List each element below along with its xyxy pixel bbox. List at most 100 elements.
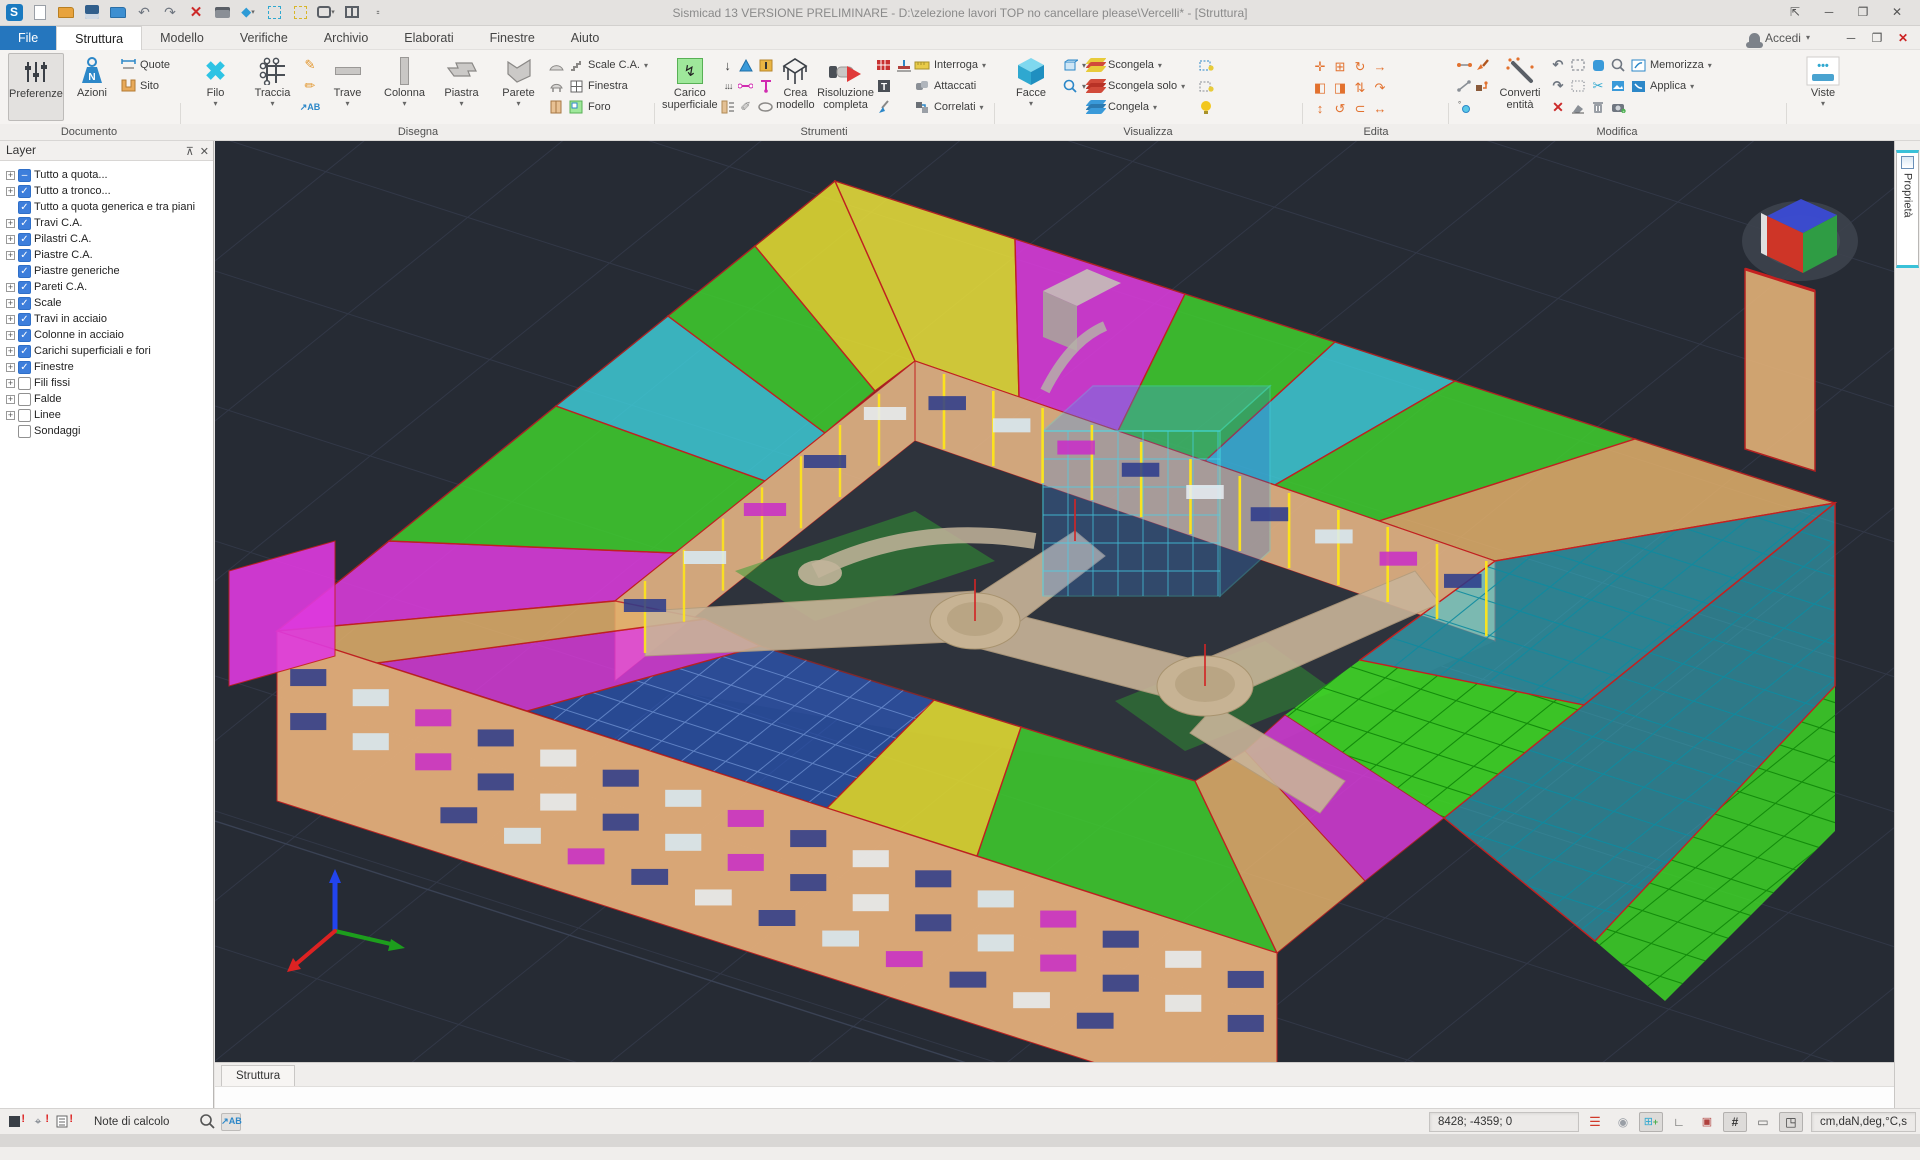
tab-struttura[interactable]: Struttura	[56, 26, 142, 50]
layer-item[interactable]: +✓Tutto a tronco...	[4, 183, 213, 199]
layer-item[interactable]: +✓Pareti C.A.	[4, 279, 213, 295]
tab-file[interactable]: File	[0, 26, 56, 50]
snap-diamond-icon[interactable]: ◆▾	[238, 2, 258, 22]
new-file-icon[interactable]	[30, 2, 50, 22]
traccia-button[interactable]: Traccia	[245, 53, 300, 121]
ortho-toggle[interactable]: ∟	[1667, 1112, 1691, 1132]
quick-access-more-icon[interactable]: ⹀	[368, 2, 388, 22]
expand-toggle[interactable]: +	[6, 363, 15, 372]
layer-checkbox[interactable]: ✓	[18, 265, 31, 278]
attaccati-button[interactable]: Attaccati	[914, 77, 986, 95]
expand-toggle[interactable]: +	[6, 347, 15, 356]
zoom-button[interactable]: ▾	[1062, 77, 1086, 95]
apply-view-icon[interactable]	[1630, 78, 1646, 94]
layer-checkbox[interactable]: ✓	[18, 281, 31, 294]
annotate-ab-button[interactable]: ↗AB	[302, 98, 318, 116]
tab-elaborati[interactable]: Elaborati	[386, 26, 471, 50]
measure-line-button[interactable]	[1456, 77, 1472, 95]
layer-checkbox[interactable]: –	[18, 169, 31, 182]
account-menu[interactable]: Accedi ▾	[1749, 26, 1810, 50]
camera-add-icon[interactable]: +	[1610, 99, 1626, 115]
copy-props-button[interactable]	[1474, 77, 1490, 95]
pencil-button[interactable]: ✎	[302, 56, 318, 74]
layer-checkbox[interactable]	[18, 377, 31, 390]
close-button[interactable]: ✕	[1880, 0, 1914, 24]
congela-button[interactable]: Congela▾	[1088, 98, 1196, 116]
selection-dots-icon[interactable]	[1570, 78, 1586, 94]
memorizza-button[interactable]: Memorizza	[1650, 59, 1704, 71]
angle-button[interactable]: °	[1456, 98, 1472, 116]
help-up-icon[interactable]: ⇱	[1778, 0, 1812, 24]
command-area[interactable]	[215, 1086, 1894, 1108]
expand-toggle[interactable]: +	[6, 187, 15, 196]
move-icon[interactable]: ✛	[1310, 56, 1330, 77]
layer-item[interactable]: +✓Carichi superficiali e fori	[4, 343, 213, 359]
paintbrush-button[interactable]	[1474, 56, 1490, 74]
facce-button[interactable]: Facce	[1002, 53, 1060, 121]
layer-checkbox[interactable]: ✓	[18, 185, 31, 198]
selection-add-toggle[interactable]: ⊞+	[1639, 1112, 1663, 1132]
colonna-button[interactable]: Colonna	[377, 53, 432, 121]
layer-item[interactable]: Sondaggi	[4, 423, 213, 439]
mdi-minimize-button[interactable]: ─	[1838, 28, 1864, 48]
mdi-close-button[interactable]: ✕	[1890, 28, 1916, 48]
tab-modello[interactable]: Modello	[142, 26, 222, 50]
layer-item[interactable]: +✓Travi C.A.	[4, 215, 213, 231]
correlati-button[interactable]: Correlati▾	[914, 98, 986, 116]
note-di-calcolo-label[interactable]: Note di calcolo	[94, 1116, 169, 1128]
expand-toggle[interactable]: +	[6, 411, 15, 420]
image-icon[interactable]	[1610, 78, 1626, 94]
link-button[interactable]	[738, 77, 774, 95]
3d-viewport[interactable]	[215, 141, 1894, 1062]
layer-checkbox[interactable]: ✓	[18, 361, 31, 374]
support-button[interactable]	[738, 56, 774, 74]
region-pin-toggle[interactable]: ▣	[1695, 1112, 1719, 1132]
model-3d-toggle[interactable]: ◳	[1779, 1112, 1803, 1132]
layer-checkbox[interactable]: ✓	[18, 329, 31, 342]
pin-icon[interactable]: ⊼	[186, 143, 194, 162]
viste-button[interactable]: ••• Viste	[1794, 53, 1852, 121]
trash-icon[interactable]	[1590, 99, 1606, 115]
expand-toggle[interactable]: +	[6, 331, 15, 340]
expand-toggle[interactable]: +	[6, 315, 15, 324]
isolate-bulb-button[interactable]	[1198, 56, 1214, 74]
tab-archivio[interactable]: Archivio	[306, 26, 386, 50]
finestra-button[interactable]: Finestra	[548, 77, 648, 95]
find-icon[interactable]	[1610, 57, 1626, 73]
layer-checkbox[interactable]: ✓	[18, 201, 31, 214]
layers-toggle[interactable]: ☰	[1583, 1112, 1607, 1132]
preferenze-button[interactable]: Preferenze	[8, 53, 64, 121]
layer-item[interactable]: +✓Piastre C.A.	[4, 247, 213, 263]
store-view-icon[interactable]	[1630, 57, 1646, 73]
print-preview-icon[interactable]	[212, 2, 232, 22]
blue-region-icon[interactable]	[1590, 57, 1606, 73]
selection-window-icon[interactable]	[264, 2, 284, 22]
layer-checkbox[interactable]: ✓	[18, 249, 31, 262]
annotation-toggle[interactable]: ▭	[1751, 1112, 1775, 1132]
match-nodes-button[interactable]	[1456, 56, 1472, 74]
layer-item[interactable]: +✓Finestre	[4, 359, 213, 375]
layer-checkbox[interactable]: ✓	[18, 345, 31, 358]
report-warning-icon[interactable]	[52, 1113, 72, 1131]
layer-checkbox[interactable]	[18, 425, 31, 438]
scongela-button[interactable]: Scongela▾	[1088, 56, 1196, 74]
model-warning-icon[interactable]	[4, 1113, 24, 1131]
bulb-button[interactable]	[1198, 98, 1214, 116]
azioni-button[interactable]: N Azioni	[66, 53, 118, 121]
save-icon[interactable]	[82, 2, 102, 22]
carico-superficiale-button[interactable]: ↯ Carico superficiale	[662, 53, 718, 121]
cursor-warning-icon[interactable]: ⌖	[28, 1113, 48, 1131]
applica-button[interactable]: Applica	[1650, 80, 1686, 92]
layer-checkbox[interactable]: ✓	[18, 313, 31, 326]
restore-button[interactable]: ❐	[1846, 0, 1880, 24]
tab-verifiche[interactable]: Verifiche	[222, 26, 306, 50]
stretch-v-icon[interactable]: ↕	[1310, 98, 1330, 119]
parete-button[interactable]: Parete	[491, 53, 546, 121]
scale-ca-button[interactable]: Scale C.A.▾	[548, 56, 648, 74]
layer-item[interactable]: ✓Tutto a quota generica e tra piani	[4, 199, 213, 215]
properties-tab[interactable]: Proprietà	[1896, 150, 1919, 268]
undo-icon[interactable]: ↶	[134, 2, 154, 22]
layer-item[interactable]: +✓Scale	[4, 295, 213, 311]
drawing-tab-struttura[interactable]: Struttura	[221, 1065, 295, 1087]
expand-toggle[interactable]: +	[6, 379, 15, 388]
